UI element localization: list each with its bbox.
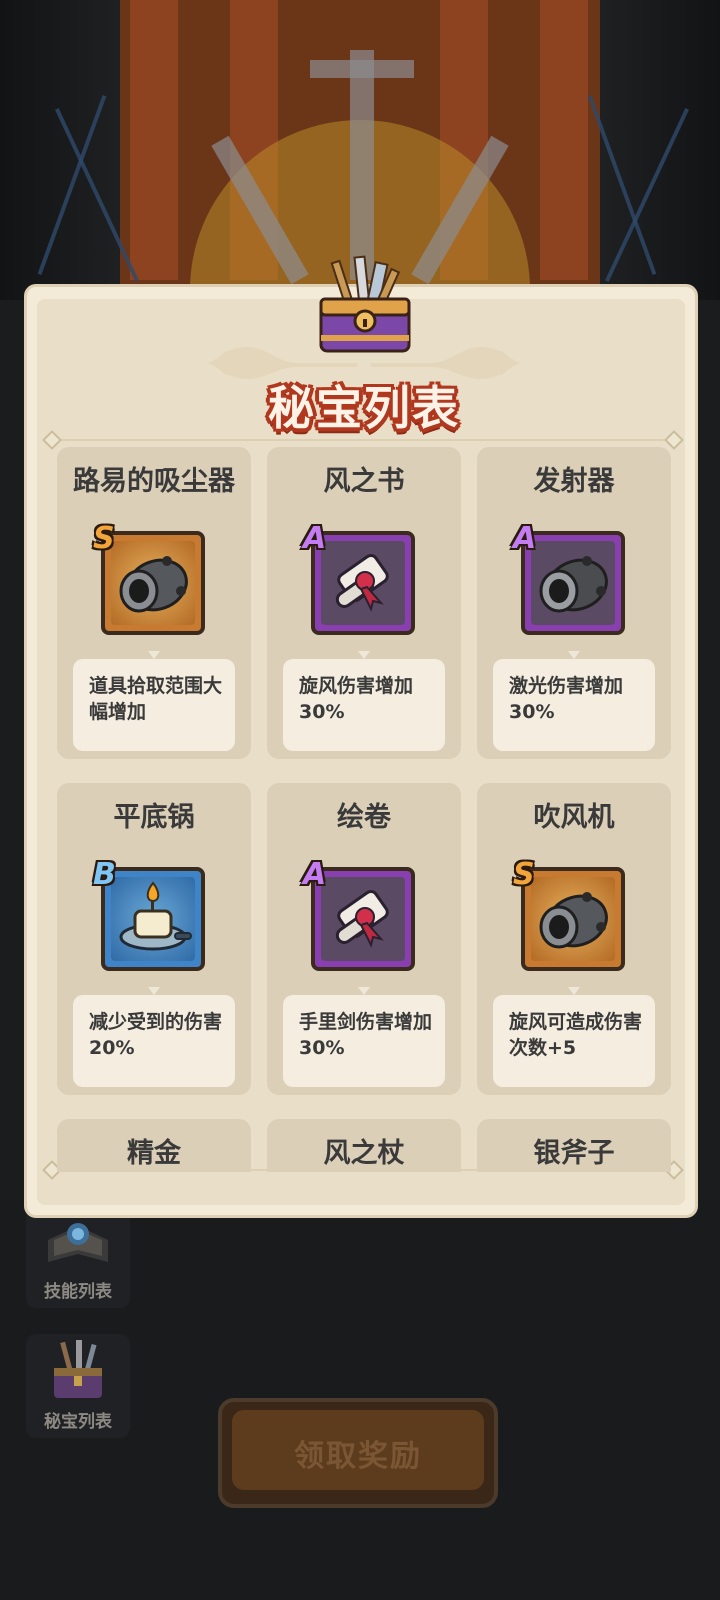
divider-top (47, 439, 677, 441)
treasure-desc-box: 减少受到的伤害20% (73, 995, 235, 1087)
treasure-card[interactable]: 风之书 A 旋风伤害增加30% (267, 447, 461, 759)
treasure-name: 银斧子 (533, 1138, 615, 1169)
treasure-icon-frame: A (303, 521, 415, 635)
background-wall-left (0, 0, 120, 300)
treasure-card[interactable]: 银斧子 (477, 1119, 671, 1172)
skill-list-label: 技能列表 (44, 1282, 112, 1302)
candle-pan-icon (119, 881, 192, 951)
treasure-icon-frame: S (513, 857, 625, 971)
background-sword-guard (310, 60, 414, 78)
panel-title: 秘宝列表 (268, 381, 460, 435)
cannon-icon (539, 556, 608, 613)
treasure-name: 精金 (127, 1138, 181, 1169)
treasure-name: 风之书 (323, 466, 405, 497)
treasure-desc: 旋风伤害增加30% (299, 675, 414, 723)
treasure-card[interactable]: 吹风机 S 旋风可造成伤害次数+5 (477, 783, 671, 1095)
treasure-desc: 减少受到的伤害20% (89, 1011, 223, 1059)
background-sword (350, 50, 374, 280)
desc-pointer (568, 651, 580, 659)
claim-reward-button[interactable]: 领取奖励 (218, 1398, 498, 1508)
banner-stripe (540, 0, 588, 280)
grade-badge: S (93, 521, 115, 556)
grade-badge: B (93, 857, 116, 892)
treasure-card[interactable]: 风之杖 (267, 1119, 461, 1172)
panel-title-wrap: 秘宝列表 (27, 372, 701, 438)
grade-badge: A (513, 521, 537, 556)
treasure-card[interactable]: 绘卷 A 手里剑伤害增加30% (267, 783, 461, 1095)
grade-badge: A (303, 521, 327, 556)
desc-pointer (358, 651, 370, 659)
cannon-icon (539, 892, 608, 949)
treasure-icon-frame: A (513, 521, 625, 635)
treasure-desc-box: 手里剑伤害增加30% (283, 995, 445, 1087)
treasure-name: 路易的吸尘器 (73, 466, 235, 497)
cannon-icon (119, 556, 188, 613)
treasure-desc: 激光伤害增加30% (509, 675, 624, 723)
treasure-desc-box: 激光伤害增加30% (493, 659, 655, 751)
treasure-name: 平底锅 (113, 802, 195, 833)
treasure-name: 发射器 (533, 466, 615, 497)
treasure-desc: 旋风可造成伤害次数+5 (509, 1011, 643, 1059)
grade-badge: S (513, 857, 535, 892)
treasure-desc-box: 旋风伤害增加30% (283, 659, 445, 751)
treasure-desc: 手里剑伤害增加30% (299, 1011, 433, 1059)
treasure-chest-icon (54, 1340, 102, 1398)
treasure-icon-frame: S (93, 521, 205, 635)
scroll-icon (335, 889, 389, 948)
desc-pointer (358, 987, 370, 995)
treasure-icon-frame: B (93, 857, 205, 971)
treasure-desc-box: 道具拾取范围大幅增加 (73, 659, 235, 751)
treasure-card[interactable]: 平底锅 B 减少受到的伤害20% (57, 783, 251, 1095)
treasure-grid[interactable]: 路易的吸尘器 S 道具拾取范围大幅增加 风之书 A 旋风伤害增加30% 发射器 … (57, 447, 671, 1172)
skill-book-icon (48, 1223, 108, 1262)
treasure-list-button[interactable]: 秘宝列表 (26, 1334, 130, 1438)
skill-list-button[interactable]: 技能列表 (26, 1204, 130, 1308)
claim-reward-label: 领取奖励 (294, 1439, 422, 1474)
treasure-desc-box: 旋风可造成伤害次数+5 (493, 995, 655, 1087)
desc-pointer (148, 651, 160, 659)
treasure-name: 风之杖 (323, 1138, 405, 1169)
treasure-name: 绘卷 (337, 802, 391, 833)
banner-stripe (130, 0, 178, 280)
treasure-list-label: 秘宝列表 (44, 1412, 112, 1432)
treasure-icon-frame: A (303, 857, 415, 971)
scroll-icon (335, 553, 389, 612)
treasure-card[interactable]: 路易的吸尘器 S 道具拾取范围大幅增加 (57, 447, 251, 759)
treasure-chest-icon (319, 255, 411, 353)
treasure-card[interactable]: 精金 (57, 1119, 251, 1172)
treasure-desc: 道具拾取范围大幅增加 (89, 675, 223, 723)
desc-pointer (148, 987, 160, 995)
treasure-name: 吹风机 (533, 802, 615, 833)
treasure-card[interactable]: 发射器 A 激光伤害增加30% (477, 447, 671, 759)
grade-badge: A (303, 857, 327, 892)
treasure-list-panel: 秘宝列表 路易的吸尘器 S 道具拾取范围大幅增加 风之书 A 旋风伤害增加30%… (24, 255, 701, 1218)
desc-pointer (568, 987, 580, 995)
